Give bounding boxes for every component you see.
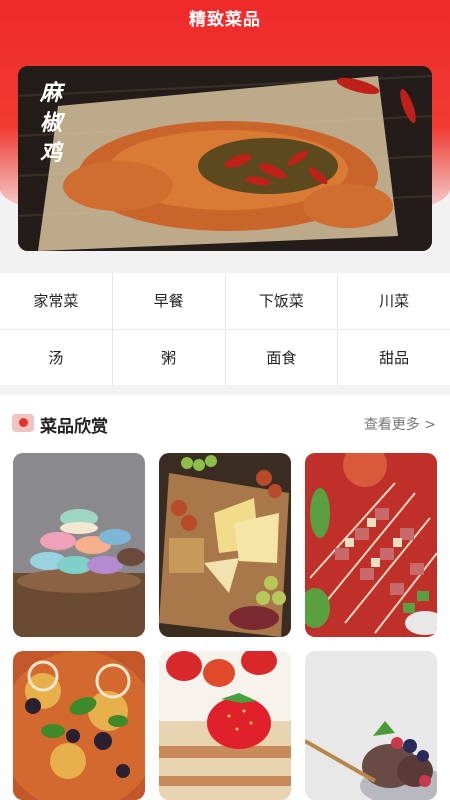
see-more-link[interactable]: 查看更多 > <box>364 414 436 434</box>
page-title: 精致菜品 <box>189 9 261 30</box>
dish-card[interactable] <box>159 651 291 800</box>
category-noodles[interactable]: 面食 <box>225 329 338 385</box>
section-title: 菜品欣赏 <box>40 417 108 437</box>
cheese-board-photo <box>159 453 291 637</box>
dish-card[interactable] <box>305 651 437 800</box>
category-home-cooking[interactable]: 家常菜 <box>0 273 112 329</box>
category-rice-dishes[interactable]: 下饭菜 <box>225 273 338 329</box>
banner-image[interactable]: 麻椒鸡 <box>18 66 432 251</box>
category-porridge[interactable]: 粥 <box>112 329 225 385</box>
dish-gallery <box>0 453 450 800</box>
dish-card[interactable] <box>13 651 145 800</box>
mala-chicken-photo <box>18 66 432 251</box>
macarons-photo <box>13 453 145 637</box>
meat-skewers-photo <box>305 453 437 637</box>
section-header: 菜品欣赏 查看更多 > <box>0 395 450 453</box>
category-soup[interactable]: 汤 <box>0 329 112 385</box>
pizza-photo <box>13 651 145 800</box>
strawberry-cake-photo <box>159 651 291 800</box>
category-breakfast[interactable]: 早餐 <box>112 273 225 329</box>
dish-card[interactable] <box>305 453 437 637</box>
dish-card[interactable] <box>159 453 291 637</box>
dish-icon <box>12 414 34 432</box>
ice-cream-photo <box>305 651 437 800</box>
banner-caption: 麻椒鸡 <box>39 80 62 166</box>
category-desserts[interactable]: 甜品 <box>338 329 450 385</box>
category-sichuan[interactable]: 川菜 <box>338 273 450 329</box>
dish-card[interactable] <box>13 453 145 637</box>
category-grid: 家常菜 早餐 下饭菜 川菜 汤 粥 面食 甜品 <box>0 273 450 385</box>
